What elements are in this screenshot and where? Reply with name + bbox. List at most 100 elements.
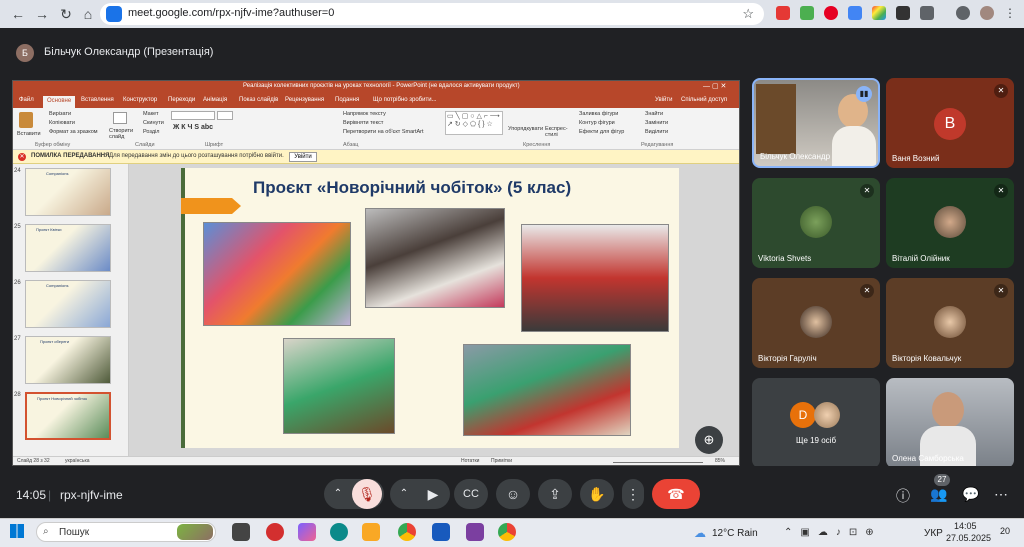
emoji-button[interactable]: ☺ <box>496 479 530 509</box>
present-screen-button[interactable]: ⇪ <box>538 479 572 509</box>
raise-hand-button[interactable]: ✋ <box>580 479 614 509</box>
tab-view[interactable]: Подання <box>335 97 359 103</box>
window-controls[interactable]: — ▢ ✕ <box>703 82 726 90</box>
replace-button[interactable]: Замінити <box>645 120 668 126</box>
text-direction-button[interactable]: Напрямок тексту <box>343 111 386 117</box>
quick-styles-button[interactable]: Експрес-стилі <box>545 126 571 138</box>
format-painter-button[interactable]: Формат за зразком <box>49 129 98 135</box>
participant-tile[interactable]: ✕ Вікторія Гаруліч <box>752 278 880 368</box>
layout-button[interactable]: Макет <box>143 111 159 117</box>
participant-tile[interactable]: ✕ Віталій Олійник <box>886 178 1014 268</box>
cut-button[interactable]: Вирізати <box>49 111 71 117</box>
camera-button[interactable]: ▶ <box>418 479 448 509</box>
find-button[interactable]: Знайти <box>645 111 663 117</box>
participant-tile[interactable]: ▮▮ Більчук Олександр <box>752 78 880 168</box>
share-button[interactable]: Спільний доступ <box>681 97 727 103</box>
taskbar-search[interactable]: ⌕ Пошук <box>36 522 216 542</box>
mic-off-button[interactable]: 🎙 <box>352 479 382 509</box>
slide-thumbnail-selected[interactable]: Проект Новорічний чобіток <box>25 392 111 440</box>
tab-animations[interactable]: Анімація <box>203 97 227 103</box>
adblock-icon[interactable] <box>776 6 790 20</box>
copy-button[interactable]: Копіювати <box>49 120 75 126</box>
slide-thumbnail[interactable]: Companions <box>25 280 111 328</box>
paste-icon[interactable] <box>19 112 33 128</box>
arrange-button[interactable]: Упорядкувати <box>508 126 543 132</box>
status-notes[interactable]: Нотатки <box>461 458 479 464</box>
opera-icon[interactable] <box>266 523 284 541</box>
site-info-icon[interactable] <box>106 6 122 22</box>
people-icon[interactable]: 👥 <box>930 486 947 503</box>
new-slide-button[interactable]: Створити слайд <box>109 128 139 140</box>
file-explorer-icon[interactable] <box>362 523 380 541</box>
extensions-puzzle-icon[interactable] <box>920 6 934 20</box>
tab-file[interactable]: Файл <box>19 97 34 103</box>
slide-thumbnails-pane[interactable]: 24 Companions 25 Проект Квітки 26 Compan… <box>13 164 129 456</box>
zoom-icon[interactable]: ⊕ <box>695 426 723 454</box>
reset-button[interactable]: Скинути <box>143 120 164 126</box>
weather-text[interactable]: 12°C Rain <box>712 528 758 539</box>
more-options-icon[interactable]: ⋮ <box>622 479 644 509</box>
font-format-buttons[interactable]: Ж К Ч S abc <box>173 124 213 131</box>
pinterest-icon[interactable] <box>824 6 838 20</box>
bookmark-star-icon[interactable]: ☆ <box>742 6 754 22</box>
participant-tile[interactable]: ✕ В Ваня Возний <box>886 78 1014 168</box>
sync-icon[interactable] <box>956 6 970 20</box>
error-signin-button[interactable]: Увійти <box>289 152 317 162</box>
participant-tile[interactable]: ✕ Viktoria Shvets <box>752 178 880 268</box>
translate-icon[interactable] <box>848 6 862 20</box>
viber-icon[interactable] <box>466 523 484 541</box>
home-icon[interactable]: ⌂ <box>78 4 98 24</box>
current-slide[interactable]: Проєкт «Новорічний чобіток» (5 клас) <box>181 168 679 448</box>
slide-thumbnail[interactable]: Проект обереги <box>25 336 111 384</box>
tab-design[interactable]: Конструктор <box>123 97 157 103</box>
chat-icon[interactable]: 💬 <box>962 486 979 503</box>
language-indicator[interactable]: УКР <box>924 528 943 539</box>
tab-transitions[interactable]: Переходи <box>168 97 195 103</box>
qr-icon[interactable] <box>896 6 910 20</box>
paste-button[interactable]: Вставити <box>17 131 41 137</box>
back-icon[interactable]: ← <box>8 4 28 24</box>
shape-outline-button[interactable]: Контур фігури <box>579 120 615 126</box>
font-size-select[interactable] <box>217 111 233 120</box>
windows-start-icon[interactable] <box>10 524 24 538</box>
chrome-icon-2[interactable] <box>498 523 516 541</box>
hang-up-button[interactable]: ☎ <box>652 479 700 509</box>
status-comments[interactable]: Примітки <box>491 458 512 464</box>
tab-insert[interactable]: Вставлення <box>81 97 114 103</box>
section-button[interactable]: Розділ <box>143 129 159 135</box>
system-tray-icons[interactable]: ⌃▣☁♪⊡⊕ <box>784 527 882 538</box>
captions-button[interactable]: CC <box>454 479 488 509</box>
mic-options-chevron-icon[interactable]: ⌃ <box>326 479 350 509</box>
activities-icon[interactable]: ⋯ <box>994 486 1008 503</box>
tab-home[interactable]: Основне <box>43 96 76 108</box>
edge-icon[interactable] <box>330 523 348 541</box>
slide-thumbnail[interactable]: Companions <box>25 168 111 216</box>
color-extension-icon[interactable] <box>872 6 886 20</box>
shape-fill-button[interactable]: Заливка фігури <box>579 111 618 117</box>
shared-presentation[interactable]: Реалізація колективних проєктів на урока… <box>12 80 740 466</box>
tab-slideshow[interactable]: Показ слайдів <box>239 97 278 103</box>
slide-title[interactable]: Проєкт «Новорічний чобіток» (5 клас) <box>253 178 571 198</box>
reload-icon[interactable]: ↻ <box>56 4 76 24</box>
slide-thumbnail[interactable]: Проект Квітки <box>25 224 111 272</box>
notification-count[interactable]: 20 <box>1000 526 1010 536</box>
new-slide-icon[interactable] <box>113 112 127 124</box>
shapes-gallery[interactable]: ▭ ╲ ▢ ○ △ ⌐ ⟶ ↗ ↻ ◇ ⬠ { } ☆ <box>445 111 503 135</box>
font-name-select[interactable] <box>171 111 215 120</box>
word-icon[interactable] <box>432 523 450 541</box>
tell-me-box[interactable]: Що потрібно зробити... <box>373 97 437 103</box>
task-view-icon[interactable] <box>232 523 250 541</box>
participant-tile[interactable]: Олена Самборська <box>886 378 1014 468</box>
profile-avatar[interactable] <box>980 6 994 20</box>
tab-review[interactable]: Рецензування <box>285 97 324 103</box>
forward-icon[interactable]: → <box>32 4 52 24</box>
address-bar[interactable]: meet.google.com/rpx-njfv-ime?authuser=0 … <box>100 3 764 25</box>
menu-dots-icon[interactable]: ⋮ <box>1004 6 1016 20</box>
select-button[interactable]: Виділити <box>645 129 668 135</box>
align-text-button[interactable]: Вирівняти текст <box>343 120 383 126</box>
chrome-icon[interactable] <box>398 523 416 541</box>
smartart-button[interactable]: Перетворити на об'єкт SmartArt <box>343 129 424 135</box>
copilot-icon[interactable] <box>298 523 316 541</box>
info-icon[interactable]: ⓘ <box>896 486 910 506</box>
extension-icon[interactable] <box>800 6 814 20</box>
